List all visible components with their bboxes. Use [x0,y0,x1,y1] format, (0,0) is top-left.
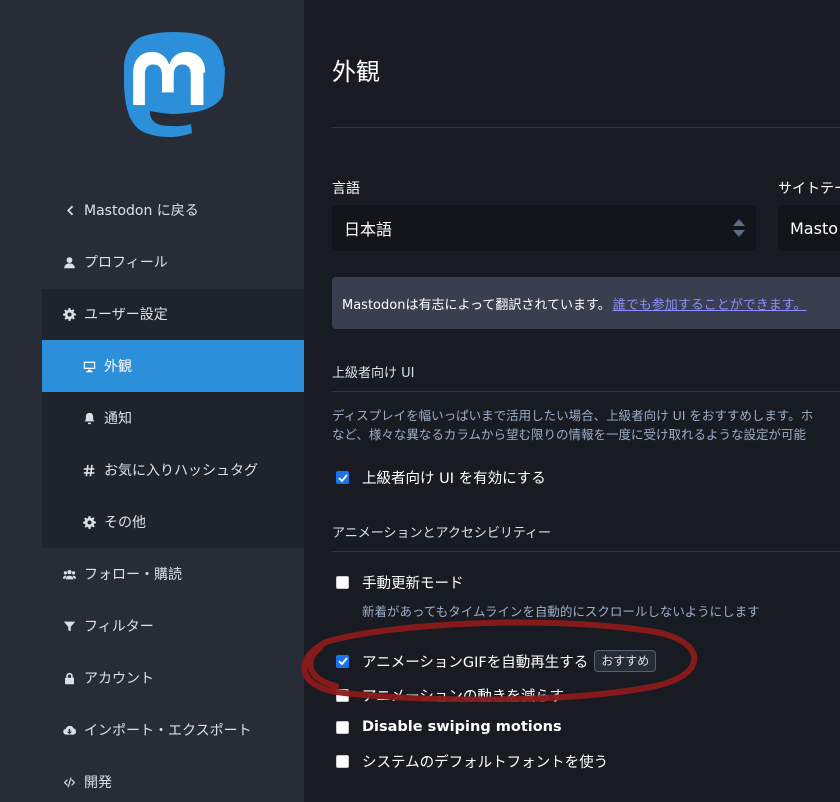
sidebar-item-import-export[interactable]: インポート・エクスポート [42,704,304,756]
sidebar-item-label: プロフィール [84,255,168,271]
gear-icon [62,307,76,321]
gear-icon [82,515,96,529]
language-label: 言語 [332,181,360,197]
reduce-motion-checkbox[interactable] [336,689,349,702]
sidebar-item-label: フィルター [84,619,154,635]
code-icon [62,775,76,789]
back-to-mastodon-link[interactable]: Mastodon に戻る [42,184,304,236]
advanced-ui-heading: 上級者向け UI [332,366,415,381]
site-theme-select[interactable]: Masto [778,205,840,251]
site-theme-select-value: Masto [790,218,839,238]
hashtag-icon [82,463,96,477]
advanced-ui-hint-line1: ディスプレイを幅いっぱいまで活用したい場合、上級者向け UI をおすすめします。… [332,408,814,423]
system-font-checkbox[interactable] [336,755,349,768]
sidebar-item-other[interactable]: その他 [42,496,304,548]
language-select-value: 日本語 [344,220,393,239]
users-icon [62,567,76,581]
manual-refresh-checkbox-row[interactable]: 手動更新モード [336,572,464,593]
sidebar-item-label: ユーザー設定 [84,307,168,323]
system-font-checkbox-row[interactable]: システムのデフォルトフォントを使う [336,751,608,772]
translation-notice: Mastodonは有志によって翻訳されています。 誰でも参加することができます。 [332,277,840,329]
disable-swiping-checkbox-row[interactable]: Disable swiping motions [336,719,562,735]
reduce-motion-checkbox-row[interactable]: アニメーションの動きを減らす [336,685,564,706]
notice-text: Mastodonは有志によって翻訳されています。 [342,297,611,313]
advanced-ui-hint-line2: など、様々な異なるカラムから望む限りの情報を一度に受け取れるような設定が可能 [332,427,807,442]
divider [332,127,840,128]
sidebar-item-label: 通知 [104,411,132,427]
recommended-badge: おすすめ [594,650,657,672]
sidebar-item-label: フォロー・購読 [84,567,182,583]
lock-icon [62,671,76,685]
sidebar-item-user-settings[interactable]: ユーザー設定 [42,288,304,340]
disable-swiping-label: Disable swiping motions [362,719,562,735]
main-content: 外観 言語 日本語 サイトテー Masto Mastodonは有志によって翻訳さ… [304,0,840,802]
check-icon [337,657,348,666]
reduce-motion-label: アニメーションの動きを減らす [362,689,565,705]
chevron-left-icon [62,203,76,217]
sidebar-item-appearance[interactable]: 外観 [42,340,304,392]
sidebar-item-development[interactable]: 開発 [42,756,304,802]
sidebar: Mastodon に戻る プロフィール ユーザー設定 外観 通知 お気に入りハッ… [0,0,304,802]
system-font-label: システムのデフォルトフォントを使う [362,755,609,771]
sidebar-item-label: インポート・エクスポート [84,723,252,739]
sidebar-item-account[interactable]: アカウント [42,652,304,704]
page-title: 外観 [332,58,380,86]
contribute-link[interactable]: 誰でも参加することができます。 [613,294,807,313]
sidebar-item-follows[interactable]: フォロー・購読 [42,548,304,600]
animations-heading: アニメーションとアクセシビリティー [332,526,552,541]
autoplay-gif-label: アニメーションGIFを自動再生する [362,654,589,671]
manual-refresh-hint: 新着があってもタイムラインを自動的にスクロールしないようにします [362,604,760,619]
mastodon-logo[interactable] [120,30,228,142]
sidebar-item-label: その他 [104,515,146,531]
sidebar-item-label: アカウント [84,671,154,687]
autoplay-gif-checkbox[interactable] [336,654,349,668]
select-arrows-icon [732,218,746,238]
divider [332,551,840,552]
site-theme-label: サイトテー [778,181,840,197]
cloud-download-icon [62,723,76,737]
bell-icon [82,411,96,425]
sidebar-item-label: お気に入りハッシュタグ [104,463,258,479]
advanced-ui-checkbox[interactable] [336,471,349,484]
advanced-ui-checkbox-row[interactable]: 上級者向け UI を有効にする [336,467,546,488]
check-icon [337,473,348,482]
filter-icon [62,619,76,633]
disable-swiping-checkbox[interactable] [336,720,349,734]
sidebar-item-label: 外観 [104,359,132,375]
sidebar-item-featured-tags[interactable]: お気に入りハッシュタグ [42,444,304,496]
sidebar-item-notifications[interactable]: 通知 [42,392,304,444]
autoplay-gif-checkbox-row[interactable]: アニメーションGIFを自動再生する おすすめ [336,650,657,672]
manual-refresh-label: 手動更新モード [362,576,464,592]
divider [332,391,840,392]
sidebar-item-label: 開発 [84,775,112,791]
advanced-ui-checkbox-label: 上級者向け UI を有効にする [362,471,546,487]
monitor-icon [82,359,96,373]
manual-refresh-checkbox[interactable] [336,576,349,589]
user-icon [62,255,76,269]
sidebar-item-filters[interactable]: フィルター [42,600,304,652]
back-label: Mastodon に戻る [84,203,199,219]
sidebar-item-profile[interactable]: プロフィール [42,236,304,288]
language-select[interactable]: 日本語 [332,205,756,251]
